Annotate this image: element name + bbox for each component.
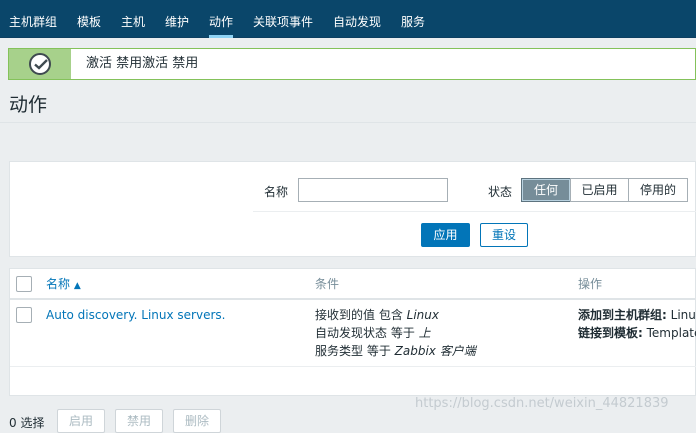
actions-table: 名称 ▲ 条件 操作 Auto discovery. Linux servers… — [9, 268, 696, 396]
table-header: 名称 ▲ 条件 操作 — [10, 269, 696, 300]
nav-item-services[interactable]: 服务 — [401, 0, 425, 38]
success-icon-box — [9, 49, 71, 79]
nav-item-host-groups[interactable]: 主机群组 — [9, 0, 57, 38]
reset-button[interactable]: 重设 — [480, 223, 528, 247]
title-divider — [0, 122, 696, 123]
top-navigation: 主机群组 模板 主机 维护 动作 关联项事件 自动发现 服务 — [0, 0, 696, 38]
condition-line: 自动发现状态 等于 上 — [315, 326, 431, 340]
row-checkbox[interactable] — [16, 307, 32, 323]
status-option-any[interactable]: 任何 — [521, 178, 571, 202]
conditions-column-header: 条件 — [315, 277, 340, 291]
name-filter-input[interactable] — [298, 178, 448, 202]
status-option-disabled[interactable]: 停用的 — [628, 178, 688, 202]
filter-divider — [253, 211, 696, 212]
nav-item-templates[interactable]: 模板 — [77, 0, 101, 38]
name-label: 名称 — [264, 185, 289, 199]
status-option-enabled[interactable]: 已启用 — [570, 178, 629, 202]
operation-line: 添加到主机群组: Linu — [578, 308, 696, 322]
status-label: 状态 — [488, 185, 513, 199]
apply-button[interactable]: 应用 — [421, 223, 470, 247]
condition-line: 服务类型 等于 Zabbix 客户端 — [315, 344, 476, 358]
filter-panel: 名称 状态 任何 已启用 停用的 应用 重设 — [9, 161, 696, 257]
success-message: 激活 禁用激活 禁用 — [8, 48, 696, 80]
row-divider — [10, 366, 696, 367]
delete-button[interactable]: 删除 — [173, 409, 221, 433]
select-all-checkbox[interactable] — [16, 276, 32, 292]
enable-button[interactable]: 启用 — [57, 409, 105, 433]
nav-item-maintenance[interactable]: 维护 — [165, 0, 189, 38]
selected-count: 0 选择 — [9, 416, 45, 430]
name-column-header[interactable]: 名称 ▲ — [46, 269, 81, 302]
condition-line: 接收到的值 包含 Linux — [315, 308, 439, 322]
nav-item-actions[interactable]: 动作 — [209, 0, 234, 38]
nav-item-hosts[interactable]: 主机 — [121, 0, 145, 38]
nav-item-discovery[interactable]: 自动发现 — [333, 0, 381, 38]
nav-item-correlation[interactable]: 关联项事件 — [253, 0, 313, 38]
watermark: https://blog.csdn.net/weixin_44821839 — [415, 396, 669, 411]
action-name-link[interactable]: Auto discovery. Linux servers. — [46, 306, 225, 324]
operations-column-header: 操作 — [578, 277, 603, 291]
disable-button[interactable]: 禁用 — [115, 409, 163, 433]
operation-line: 链接到模板: Template — [578, 326, 696, 340]
check-circle-icon — [29, 53, 51, 75]
message-text: 激活 禁用激活 禁用 — [86, 56, 199, 71]
sort-asc-icon: ▲ — [73, 281, 81, 291]
page-title: 动作 — [9, 94, 48, 116]
